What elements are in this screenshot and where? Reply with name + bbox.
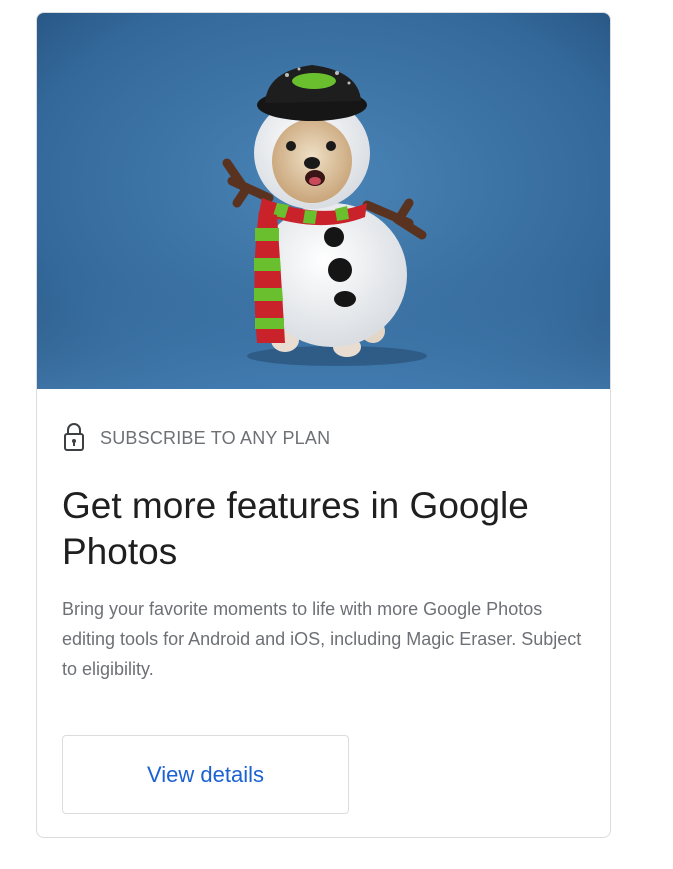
subscription-eyebrow: SUBSCRIBE TO ANY PLAN [62,422,330,454]
card-title: Get more features in Google Photos [62,485,529,572]
view-details-button[interactable]: View details [62,735,349,814]
hero-image [37,13,610,389]
promo-card: SUBSCRIBE TO ANY PLAN Get more features … [36,12,611,838]
card-description: Bring your favorite moments to life with… [62,599,582,679]
dog-snowman-illustration [37,13,610,389]
lock-icon [64,423,84,451]
eyebrow-label: SUBSCRIBE TO ANY PLAN [100,427,331,448]
